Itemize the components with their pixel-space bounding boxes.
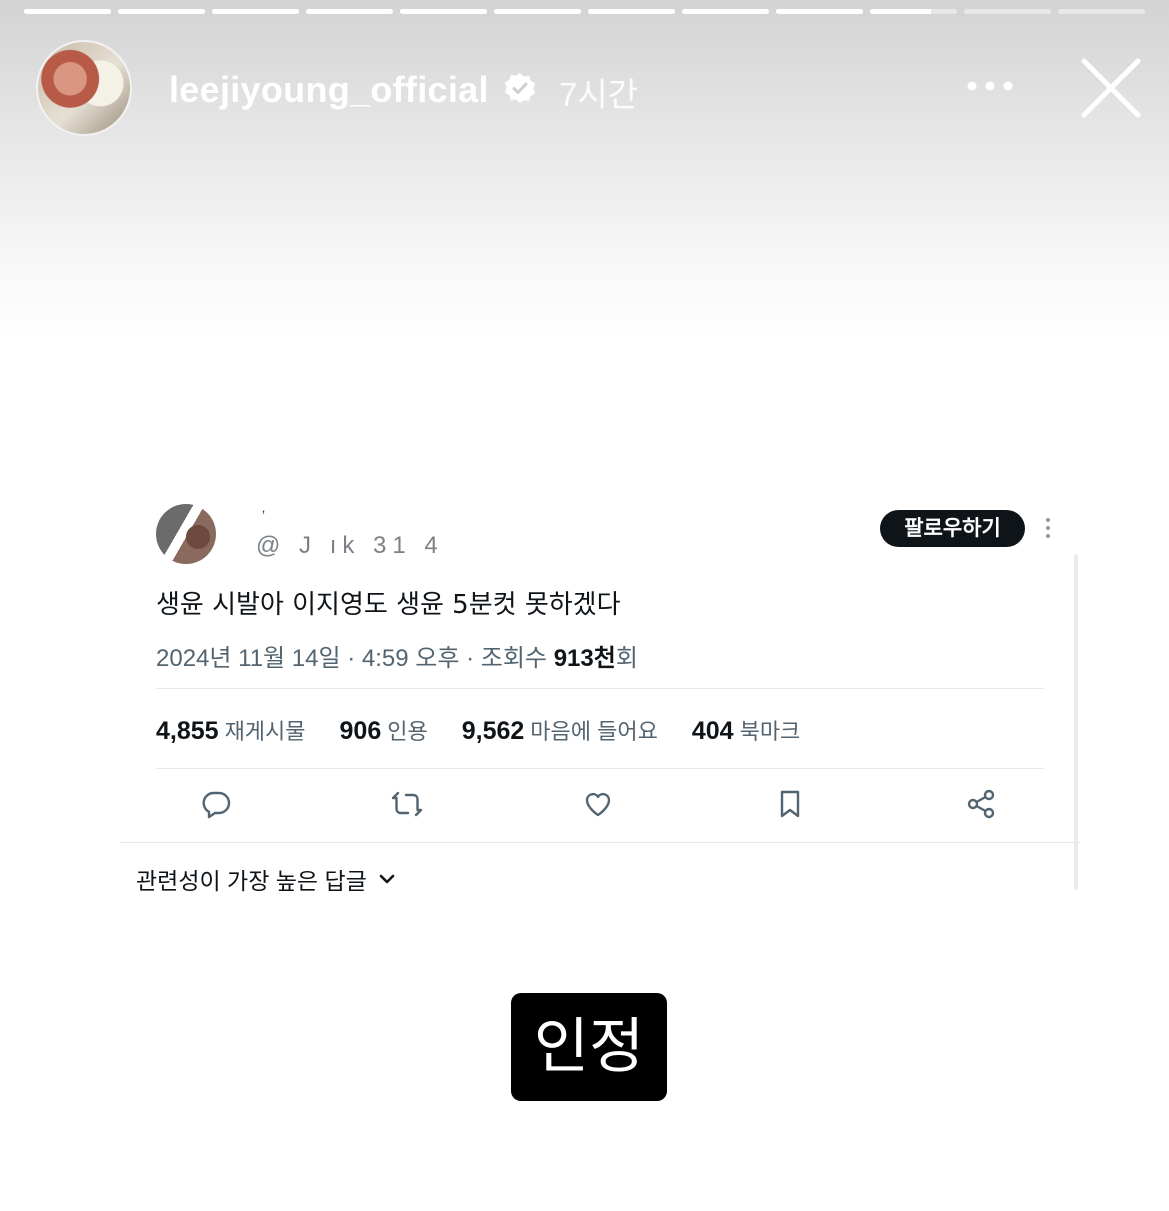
tweet-views-suffix: 회 bbox=[615, 645, 638, 672]
progress-segment bbox=[776, 9, 863, 14]
stat-quotes: 906 인용 bbox=[340, 714, 428, 746]
retweet-icon bbox=[391, 791, 423, 817]
divider bbox=[156, 688, 1044, 689]
tweet-date: 2024년 11월 14일 · 4:59 오후 · 조회수 bbox=[156, 645, 554, 672]
progress-segment bbox=[588, 9, 675, 14]
story-header: leejiyoung_official 7시간 bbox=[36, 40, 1145, 136]
stat-number: 4,855 bbox=[156, 717, 219, 745]
tweet-stats: 4,855 재게시물 906 인용 9,562 마음에 들어요 404 북마크 bbox=[156, 714, 834, 748]
stat-label: 인용 bbox=[387, 719, 428, 744]
progress-segment bbox=[494, 9, 581, 14]
more-options-icon[interactable] bbox=[966, 76, 1014, 96]
text-sticker: 인정 bbox=[511, 993, 667, 1101]
stat-label: 북마크 bbox=[739, 719, 801, 744]
tweet-text: 생윤 시발아 이지영도 생윤 5분컷 못하겠다 bbox=[156, 590, 621, 620]
tweet-author-name: ʼ bbox=[262, 508, 266, 524]
progress-segment bbox=[212, 9, 299, 14]
stat-label: 재게시물 bbox=[224, 719, 306, 744]
reply-icon bbox=[202, 791, 231, 819]
chevron-down-icon bbox=[379, 874, 395, 884]
stat-bookmarks: 404 북마크 bbox=[692, 714, 800, 746]
tweet-more-icon bbox=[1046, 518, 1050, 538]
replies-sort: 관련성이 가장 높은 답글 bbox=[136, 862, 397, 896]
stat-reposts: 4,855 재게시물 bbox=[156, 714, 306, 746]
divider bbox=[120, 842, 1080, 843]
stat-number: 9,562 bbox=[461, 717, 525, 745]
progress-segment bbox=[118, 9, 205, 14]
stat-label: 마음에 들어요 bbox=[530, 719, 658, 744]
tweet-action-bar bbox=[200, 788, 1000, 822]
tweet-screenshot: ʼ @ J ık 31 4 팔로우하기 생윤 시발아 이지영도 생윤 5분컷 못… bbox=[120, 492, 1080, 894]
tweet-scrollbar bbox=[1074, 554, 1078, 890]
profile-avatar[interactable] bbox=[36, 40, 132, 136]
tweet-author-handle: @ J ık 31 4 bbox=[256, 532, 444, 559]
like-icon bbox=[585, 792, 611, 817]
divider bbox=[156, 768, 1044, 769]
progress-segment bbox=[24, 9, 111, 14]
tweet-author-avatar bbox=[156, 504, 216, 564]
progress-segment bbox=[682, 9, 769, 14]
tweet-meta: 2024년 11월 14일 · 4:59 오후 · 조회수 913천회 bbox=[156, 638, 638, 673]
share-icon bbox=[967, 789, 995, 819]
close-icon[interactable] bbox=[1081, 58, 1141, 118]
story-time-ago: 7시간 bbox=[559, 76, 639, 113]
story-progress-bars bbox=[24, 9, 1145, 14]
bookmark-icon bbox=[780, 790, 800, 818]
progress-segment-current bbox=[870, 9, 957, 14]
progress-segment bbox=[1058, 9, 1145, 14]
progress-segment bbox=[400, 9, 487, 14]
progress-segment bbox=[306, 9, 393, 14]
follow-button: 팔로우하기 bbox=[880, 510, 1025, 547]
tweet-views: 913천 bbox=[553, 645, 616, 672]
progress-segment bbox=[964, 9, 1051, 14]
stat-likes: 9,562 마음에 들어요 bbox=[462, 714, 658, 746]
stat-number: 404 bbox=[691, 717, 734, 745]
verified-badge-icon bbox=[504, 73, 536, 103]
stat-number: 906 bbox=[339, 717, 382, 745]
story-viewer: leejiyoung_official 7시간 ʼ @ J ık 31 4 팔로… bbox=[0, 0, 1169, 1211]
story-username[interactable]: leejiyoung_official bbox=[169, 69, 489, 111]
replies-sort-label: 관련성이 가장 높은 답글 bbox=[136, 868, 367, 894]
